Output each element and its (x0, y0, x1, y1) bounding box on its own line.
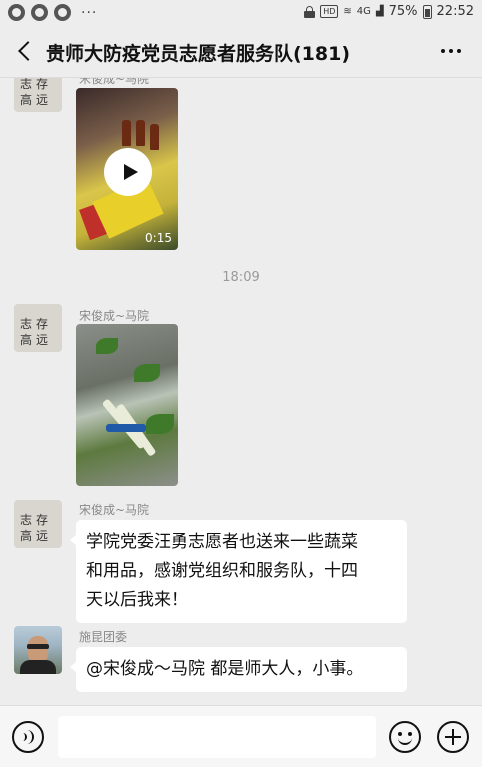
input-bar (0, 705, 482, 767)
battery-percent: 75% (388, 4, 418, 19)
image-message[interactable] (76, 324, 178, 486)
avatar[interactable]: 志 存 高 远 (14, 78, 62, 112)
signal-2-icon: ▟ (375, 6, 384, 17)
message-timestamp: 18:09 (222, 270, 260, 285)
voice-icon[interactable] (12, 721, 44, 753)
signal-icon: 4G (356, 6, 371, 17)
text-message[interactable]: @宋俊成～马院 都是师大人，小事。 (70, 647, 407, 692)
message-line: 和用品，感谢党组织和服务队，十四 (86, 561, 358, 581)
status-bar: ··· HD ≋ 4G ▟ 75% 22:52 (0, 0, 482, 26)
chat-header: 贵师大防疫党员志愿者服务队(181) (0, 26, 482, 78)
notification-icon (8, 4, 25, 21)
video-duration: 0:15 (145, 231, 172, 245)
battery-icon (422, 4, 432, 19)
text-message[interactable]: 学院党委汪勇志愿者也送来一些蔬菜 和用品，感谢党组织和服务队，十四 天以后我来！ (70, 520, 407, 623)
notification-icon (54, 4, 71, 21)
more-dots-icon[interactable] (436, 38, 466, 64)
message-line: @宋俊成～马院 都是师大人，小事。 (86, 659, 364, 679)
avatar[interactable]: 志 存 高 远 (14, 500, 62, 548)
video-message[interactable]: 0:15 (76, 88, 178, 250)
back-arrow-icon[interactable] (12, 38, 38, 64)
plus-icon[interactable] (437, 721, 469, 753)
clock: 22:52 (436, 4, 474, 19)
wifi-icon: ≋ (343, 6, 352, 17)
more-notifications-icon: ··· (81, 4, 98, 21)
avatar[interactable]: 志 存 高 远 (14, 304, 62, 352)
sender-name: 宋俊成~马院 (79, 503, 150, 517)
hd-badge: HD (320, 5, 339, 18)
message-list[interactable]: 志 存 高 远 宋俊成~马院 0:15 18:09 志 存 高 远 宋俊成~马院… (0, 78, 482, 705)
sender-name: 宋俊成~马院 (79, 78, 150, 86)
sender-name: 施昆团委 (79, 630, 128, 644)
avatar[interactable] (14, 626, 62, 674)
message-line: 天以后我来！ (86, 590, 188, 610)
message-line: 学院党委汪勇志愿者也送来一些蔬菜 (86, 532, 358, 552)
notification-icons: ··· (8, 4, 97, 21)
sender-name: 宋俊成~马院 (79, 309, 150, 323)
system-indicators: HD ≋ 4G ▟ 75% 22:52 (304, 4, 474, 19)
notification-icon (31, 4, 48, 21)
emoji-icon[interactable] (389, 721, 421, 753)
lock-icon (304, 5, 316, 18)
play-icon[interactable] (104, 148, 152, 196)
chat-title: 贵师大防疫党员志愿者服务队(181) (46, 43, 351, 65)
message-input[interactable] (58, 716, 376, 758)
